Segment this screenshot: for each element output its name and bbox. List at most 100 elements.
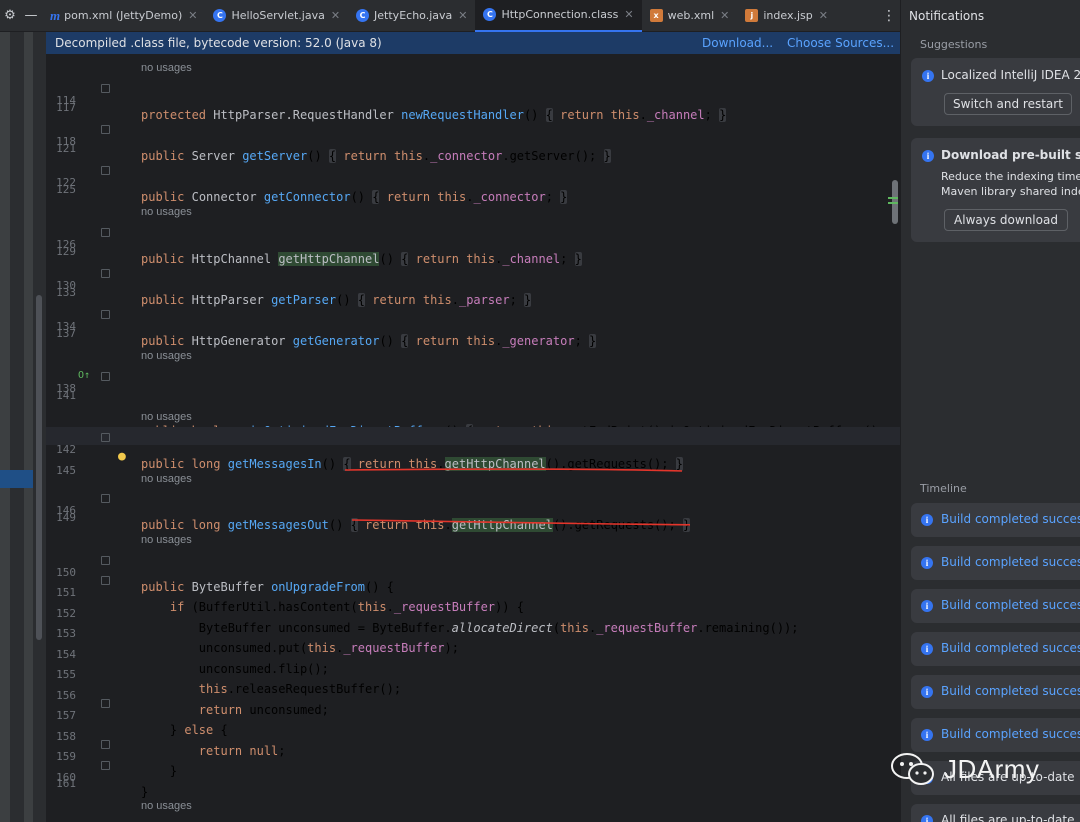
close-icon[interactable]: ✕: [720, 9, 729, 22]
code-line: 151 if (BufferUtil.hasContent(this._requ…: [46, 572, 900, 614]
timeline-item-label[interactable]: Build completed success: [941, 598, 1080, 612]
tab-label: HttpConnection.class: [501, 8, 619, 21]
override-marker-icon[interactable]: O↑: [78, 370, 90, 381]
timeline-item[interactable]: i Build completed success: [911, 675, 1080, 709]
tab-label: web.xml: [667, 9, 715, 22]
timeline-item-label[interactable]: Build completed success: [941, 555, 1080, 569]
close-icon[interactable]: ✕: [624, 8, 633, 21]
timeline-item[interactable]: i Build completed success: [911, 718, 1080, 752]
code-line: 153 unconsumed.put(this._requestBuffer);: [46, 613, 900, 655]
timeline-item-label[interactable]: Build completed success: [941, 641, 1080, 655]
tab-label: HelloServlet.java: [231, 9, 325, 22]
wechat-logo-icon: [890, 752, 936, 786]
tab-index-jsp[interactable]: j index.jsp ✕: [737, 0, 836, 32]
fold-icon[interactable]: [101, 740, 110, 749]
jsp-file-icon: j: [745, 9, 759, 22]
fold-icon[interactable]: [101, 494, 110, 503]
fold-icon[interactable]: [101, 699, 110, 708]
tab-pom-xml[interactable]: m pom.xml (JettyDemo) ✕: [42, 0, 205, 32]
code-line: 161: [46, 777, 900, 795]
close-icon[interactable]: ✕: [819, 9, 828, 22]
code-line: 138 O↑ public boolean isOptimizedForDire…: [46, 368, 900, 438]
code-line: 155 this.releaseRequestBuffer();: [46, 654, 900, 696]
download-link[interactable]: Download...: [702, 36, 773, 50]
timeline-item[interactable]: i Build completed success: [911, 632, 1080, 666]
more-options-icon[interactable]: ⋮: [878, 8, 900, 24]
scroll-marker: [888, 202, 898, 204]
line-number: 141: [56, 389, 76, 402]
tab-web-xml[interactable]: x web.xml ✕: [642, 0, 738, 32]
line-number: 161: [56, 777, 76, 790]
fold-icon[interactable]: [101, 269, 110, 278]
code-line: 154 unconsumed.flip();: [46, 634, 900, 676]
fold-icon[interactable]: [101, 761, 110, 770]
tab-label: pom.xml (JettyDemo): [64, 9, 183, 22]
timeline-item-label[interactable]: Build completed success: [941, 727, 1080, 741]
close-icon[interactable]: ✕: [188, 9, 197, 22]
code-line: 114 protected HttpParser.RequestHandler …: [46, 80, 900, 122]
tab-httpconnection[interactable]: C HttpConnection.class ✕: [475, 0, 642, 32]
annotation-underline: [344, 468, 690, 526]
info-icon: i: [921, 514, 933, 526]
code-line: 152 ByteBuffer unconsumed = ByteBuffer.a…: [46, 593, 900, 635]
info-icon: i: [922, 150, 934, 162]
timeline-item[interactable]: i Build completed success: [911, 503, 1080, 537]
fold-icon[interactable]: [101, 125, 110, 134]
timeline-item[interactable]: i All files are up-to-date: [911, 804, 1080, 822]
timeline-item-label[interactable]: Build completed success: [941, 684, 1080, 698]
line-number: 149: [56, 511, 76, 524]
code-line: 137: [46, 327, 900, 345]
ide-window: ⚙ — m pom.xml (JettyDemo) ✕ C HelloServl…: [0, 0, 1080, 822]
usage-hint: no usages: [141, 350, 192, 362]
fold-icon[interactable]: [101, 556, 110, 565]
line-number: 125: [56, 183, 76, 196]
code-line: 130 public HttpParser getParser() { retu…: [46, 265, 900, 307]
info-icon: i: [921, 729, 933, 741]
timeline-item[interactable]: i Build completed success: [911, 589, 1080, 623]
line-number: 121: [56, 142, 76, 155]
notification-title: Localized IntelliJ IDEA 20: [941, 68, 1080, 82]
tab-jettyecho[interactable]: C JettyEcho.java ✕: [348, 0, 475, 32]
watermark-text: JDArmy: [944, 753, 1040, 784]
code-line: 134 public HttpGenerator getGenerator() …: [46, 306, 900, 348]
gear-icon[interactable]: ⚙: [0, 8, 20, 23]
always-download-button[interactable]: Always download: [944, 209, 1068, 231]
info-icon: i: [921, 643, 933, 655]
timeline-item[interactable]: i Build completed success: [911, 546, 1080, 580]
watermark: JDArmy: [890, 752, 1039, 786]
close-icon[interactable]: ✕: [458, 9, 467, 22]
code-line: 126 public HttpChannel getHttpChannel() …: [46, 224, 900, 266]
choose-sources-link[interactable]: Choose Sources...: [787, 36, 894, 50]
lightbulb-icon[interactable]: ●: [118, 449, 126, 464]
fold-icon[interactable]: [101, 372, 110, 381]
notifications-title: Notifications: [909, 9, 985, 23]
info-icon: i: [921, 600, 933, 612]
code-editor[interactable]: no usages 114 protected HttpParser.Reque…: [46, 54, 900, 822]
left-scroll-thumb[interactable]: [36, 295, 42, 640]
project-scrollbar[interactable]: [10, 32, 24, 822]
line-number: 117: [56, 101, 76, 114]
code-line: 158 return null;: [46, 716, 900, 758]
switch-and-restart-button[interactable]: Switch and restart: [944, 93, 1072, 115]
fold-icon[interactable]: [101, 228, 110, 237]
selected-tree-row: [0, 470, 33, 488]
timeline-item-label[interactable]: Build completed success: [941, 512, 1080, 526]
notification-title: Download pre-built sha: [941, 148, 1080, 162]
fold-icon[interactable]: [101, 433, 110, 442]
fold-icon[interactable]: [101, 166, 110, 175]
minimize-icon[interactable]: —: [20, 8, 42, 23]
line-number: 137: [56, 327, 76, 340]
code-line: 160 }: [46, 757, 900, 799]
fold-icon[interactable]: [101, 310, 110, 319]
java-class-icon: C: [483, 8, 497, 21]
tab-helloservlet[interactable]: C HelloServlet.java ✕: [205, 0, 348, 32]
fold-icon[interactable]: [101, 84, 110, 93]
notification-desc: Reduce the indexing time: [941, 170, 1080, 183]
usage-hint: no usages: [141, 206, 192, 218]
code-line: 117: [46, 101, 900, 119]
code-line: 121: [46, 142, 900, 160]
timeline-label: Timeline: [920, 482, 967, 495]
close-icon[interactable]: ✕: [331, 9, 340, 22]
fold-icon[interactable]: [101, 576, 110, 585]
usage-hint: no usages: [141, 534, 192, 546]
